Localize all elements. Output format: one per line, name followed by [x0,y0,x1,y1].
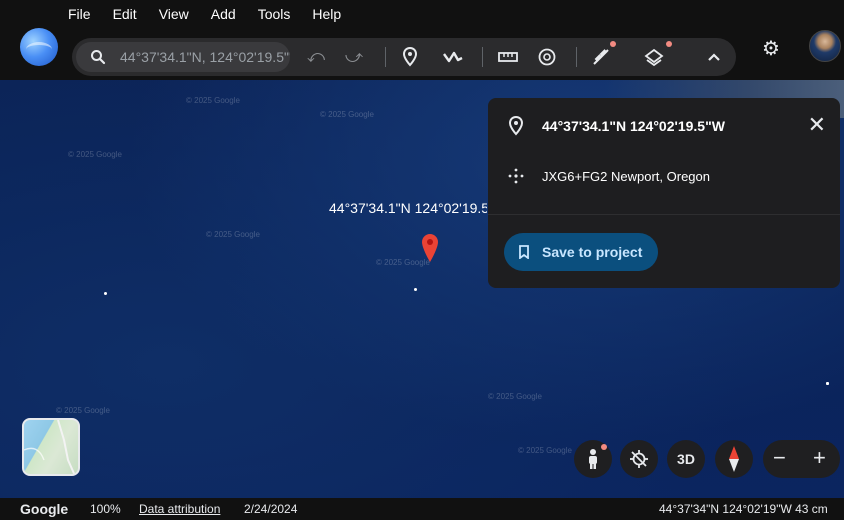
location-pin-icon[interactable] [421,233,439,263]
toggle-3d-button[interactable]: 3D [667,440,705,478]
placemark-icon [508,116,524,136]
toolbar-divider [576,47,577,67]
zoom-percent: 100% [90,502,121,516]
voyager-icon[interactable] [589,45,613,69]
map-watermark: © 2025 Google [68,150,122,159]
zoom-out-button[interactable]: − [773,445,786,471]
map-watermark: © 2025 Google [186,96,240,105]
zoom-in-button[interactable]: + [813,445,826,471]
boat-marker [826,382,829,385]
placemark-icon[interactable] [398,45,422,69]
panel-title-row: 44°37'34.1"N 124°02'19.5"W [508,116,725,136]
map-watermark: © 2025 Google [206,230,260,239]
menu-help[interactable]: Help [312,6,341,22]
path-icon[interactable] [441,45,465,69]
compass-icon [729,446,739,472]
layers-icon[interactable] [642,45,666,69]
compass-button[interactable] [715,440,753,478]
minimap[interactable] [22,418,80,476]
ruler-icon[interactable] [496,45,520,69]
bookmark-icon [519,245,529,259]
toolbar-divider [385,47,386,67]
search-icon [91,50,106,65]
menu-bar: File Edit View Add Tools Help [0,0,844,28]
imagery-date: 2/24/2024 [244,502,298,516]
boat-marker [104,292,107,295]
cursor-coordinates: 44°37'34"N 124°02'19"W 43 cm [659,502,828,516]
map-watermark: © 2025 Google [320,110,374,119]
menu-tools[interactable]: Tools [258,6,291,22]
placemark-label: 44°37'34.1"N 124°02'19.5"W [329,200,487,216]
plus-code-row: JXG6+FG2 Newport, Oregon [508,168,710,184]
map-watermark: © 2025 Google [488,392,542,401]
google-earth-logo-icon[interactable] [20,28,58,66]
gear-icon[interactable]: ⚙ [762,36,780,61]
boat-marker [414,288,417,291]
map-watermark: © 2025 Google [56,406,110,415]
notification-dot [601,444,607,450]
toolbar: 44°37'34.1"N, 124°02'19.5"W ⤺ ⤻ [0,28,844,80]
map-watermark: © 2025 Google [518,446,572,455]
location-off-button[interactable] [620,440,658,478]
data-attribution-link[interactable]: Data attribution [139,502,220,516]
save-to-project-button[interactable]: Save to project [504,233,659,271]
menu-edit[interactable]: Edit [113,6,137,22]
plus-code-icon [508,168,524,184]
panel-title: 44°37'34.1"N 124°02'19.5"W [542,118,725,134]
redo-icon[interactable]: ⤻ [342,45,366,69]
toolbar-divider [482,47,483,67]
chevron-up-icon[interactable] [702,45,726,69]
undo-icon[interactable]: ⤺ [304,45,328,69]
notification-dot [666,41,672,47]
search-input[interactable]: 44°37'34.1"N, 124°02'19.5"W [120,49,290,65]
menu-file[interactable]: File [68,6,91,22]
plus-code[interactable]: JXG6+FG2 Newport, Oregon [542,169,710,184]
google-logo: Google [20,501,69,517]
search-box[interactable]: 44°37'34.1"N, 124°02'19.5"W [76,42,290,72]
status-bar: Google 100% Data attribution 2/24/2024 4… [0,498,844,520]
zoom-controls: − + [763,440,840,478]
menu-add[interactable]: Add [211,6,236,22]
close-icon[interactable]: ✕ [808,112,826,138]
notification-dot [610,41,616,47]
location-info-panel: 44°37'34.1"N 124°02'19.5"W ✕ JXG6+FG2 Ne… [488,98,840,288]
panel-divider [488,214,840,215]
save-to-project-label: Save to project [542,244,643,260]
menu-view[interactable]: View [159,6,189,22]
pegman-icon [589,449,597,469]
avatar[interactable] [809,30,841,62]
history-icon[interactable] [535,45,559,69]
location-off-icon [630,450,648,468]
